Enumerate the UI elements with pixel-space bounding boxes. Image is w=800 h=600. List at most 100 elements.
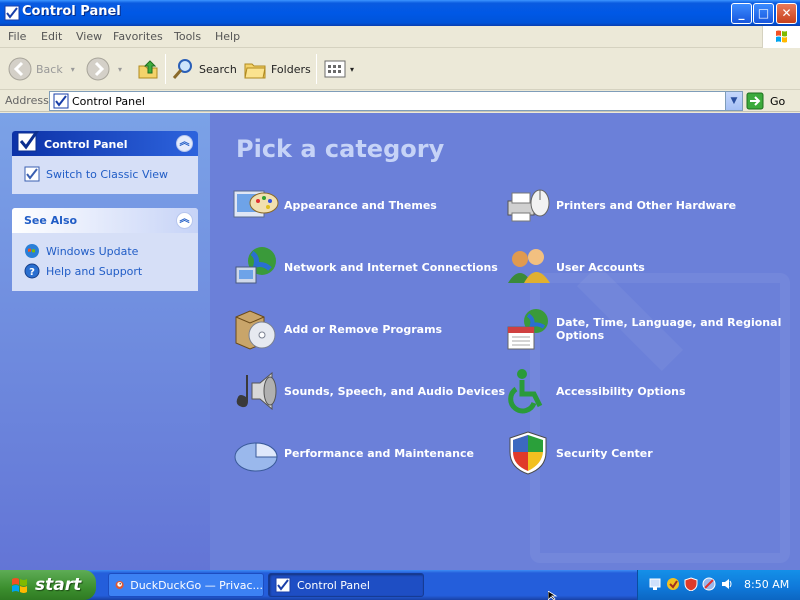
main-content: Pick a category Appearance and Themes Pr… [210, 113, 800, 570]
folders-icon [244, 63, 266, 79]
go-arrow-icon [746, 92, 764, 110]
tray-app-icon[interactable] [666, 577, 680, 591]
menu-edit[interactable]: Edit [41, 30, 62, 43]
category-label: Network and Internet Connections [284, 260, 498, 274]
category-add-remove-programs[interactable]: Add or Remove Programs [232, 305, 514, 353]
category-label: Date, Time, Language, and Regional Optio… [556, 316, 782, 342]
category-printers-hardware[interactable]: Printers and Other Hardware [504, 181, 786, 229]
windows-update-icon [25, 244, 39, 258]
address-dropdown-button[interactable]: ▼ [725, 92, 742, 110]
close-button[interactable]: ✕ [776, 3, 797, 24]
menu-file[interactable]: File [8, 30, 26, 43]
start-label: start [35, 575, 82, 595]
task-pane: Control Panel ︽ Switch to Classic View S… [0, 113, 210, 570]
taskbar: start DuckDuckGo — Privac... Control Pan… [0, 570, 800, 600]
taskbar-item-duckduckgo[interactable]: DuckDuckGo — Privac... [108, 573, 264, 597]
address-input[interactable]: Control Panel ▼ [49, 91, 743, 111]
back-button[interactable]: Back ▾ [8, 54, 75, 84]
control-panel-icon [53, 93, 69, 109]
category-appearance-themes[interactable]: Appearance and Themes [232, 181, 514, 229]
control-panel-icon [4, 5, 20, 21]
menu-tools[interactable]: Tools [174, 30, 201, 43]
back-arrow-icon [8, 57, 32, 81]
security-alert-icon[interactable] [684, 577, 698, 591]
control-panel-large-icon [17, 131, 40, 152]
see-also-header[interactable]: See Also ︽ [12, 208, 198, 233]
category-network-internet[interactable]: Network and Internet Connections [232, 243, 514, 291]
clock[interactable]: 8:50 AM [744, 578, 789, 591]
user-accounts-icon [508, 249, 550, 283]
title-bar[interactable]: Control Panel _ □ ✕ [0, 0, 800, 26]
control-panel-box-title: Control Panel [44, 138, 128, 151]
date-time-regional-icon [507, 309, 548, 350]
control-panel-box-body: Switch to Classic View [12, 156, 198, 194]
category-accessibility[interactable]: Accessibility Options [504, 367, 786, 415]
category-label: Add or Remove Programs [284, 322, 443, 336]
views-button[interactable]: ▾ [323, 54, 354, 84]
search-label: Search [199, 62, 237, 76]
category-security-center[interactable]: Security Center [504, 429, 786, 477]
views-icon [324, 60, 346, 78]
menu-favorites[interactable]: Favorites [113, 30, 163, 43]
tray-utility-icon[interactable] [702, 577, 716, 591]
switch-classic-view-link[interactable]: Switch to Classic View [24, 164, 188, 184]
windows-logo-icon [762, 26, 800, 48]
category-performance-maintenance[interactable]: Performance and Maintenance [232, 429, 514, 477]
taskbar-item-control-panel[interactable]: Control Panel [268, 573, 424, 597]
forward-button[interactable]: ▾ [86, 54, 122, 84]
mouse-cursor-icon [548, 591, 558, 600]
taskbar-item-label: DuckDuckGo — Privac... [130, 578, 263, 592]
minimize-button[interactable]: _ [731, 3, 752, 24]
category-label: Appearance and Themes [284, 198, 437, 212]
toolbar: Back ▾ ▾ Search Folders ▾ [0, 48, 800, 90]
appearance-themes-icon [233, 190, 279, 218]
network-tray-icon[interactable] [648, 577, 662, 591]
menu-view[interactable]: View [76, 30, 102, 43]
category-user-accounts[interactable]: User Accounts [504, 243, 786, 291]
address-bar: Address Control Panel ▼ Go [0, 90, 800, 112]
system-tray: 8:50 AM [637, 570, 800, 600]
sounds-audio-icon [236, 371, 277, 411]
security-center-icon [509, 431, 547, 475]
volume-icon[interactable] [720, 577, 734, 591]
category-label: Printers and Other Hardware [556, 198, 737, 212]
category-label: Performance and Maintenance [284, 446, 474, 460]
control-panel-icon [275, 577, 291, 593]
views-dropdown-icon: ▾ [350, 64, 355, 74]
accessibility-icon [508, 369, 543, 414]
control-panel-box-header[interactable]: Control Panel ︽ [12, 131, 198, 156]
go-button[interactable]: Go [746, 91, 785, 111]
folders-button[interactable]: Folders [243, 54, 311, 84]
search-icon [172, 59, 192, 79]
forward-dropdown-icon[interactable]: ▾ [118, 65, 122, 74]
duckduckgo-icon [115, 580, 124, 590]
collapse-chevron-icon[interactable]: ︽ [176, 135, 193, 152]
search-button[interactable]: Search [171, 54, 237, 84]
help-and-support-link[interactable]: ? Help and Support [24, 261, 188, 281]
switch-classic-view-label: Switch to Classic View [46, 167, 169, 181]
category-label: User Accounts [556, 260, 645, 274]
maximize-button[interactable]: □ [753, 3, 774, 24]
windows-logo-icon [12, 578, 27, 593]
up-folder-icon [138, 60, 158, 79]
network-internet-icon [235, 247, 276, 284]
address-label: Address [5, 94, 49, 107]
page-title: Pick a category [236, 135, 445, 163]
collapse-chevron-icon[interactable]: ︽ [176, 212, 193, 229]
menu-help[interactable]: Help [215, 30, 240, 43]
category-sounds-audio[interactable]: Sounds, Speech, and Audio Devices [232, 367, 514, 415]
help-and-support-label: Help and Support [46, 264, 143, 278]
start-button[interactable]: start [0, 570, 96, 600]
back-dropdown-icon[interactable]: ▾ [71, 65, 75, 74]
menu-bar: File Edit View Favorites Tools Help [0, 26, 800, 48]
up-folder-button[interactable] [136, 54, 160, 84]
category-label: Security Center [556, 446, 653, 460]
windows-update-link[interactable]: Windows Update [24, 241, 188, 261]
category-date-time-regional[interactable]: Date, Time, Language, and Regional Optio… [504, 305, 786, 353]
svg-text:?: ? [29, 267, 35, 278]
forward-arrow-icon [86, 57, 110, 81]
control-panel-box: Control Panel ︽ Switch to Classic View [12, 131, 198, 194]
classic-view-icon [24, 166, 40, 182]
add-remove-programs-icon [235, 310, 276, 350]
printers-hardware-icon [507, 189, 550, 222]
